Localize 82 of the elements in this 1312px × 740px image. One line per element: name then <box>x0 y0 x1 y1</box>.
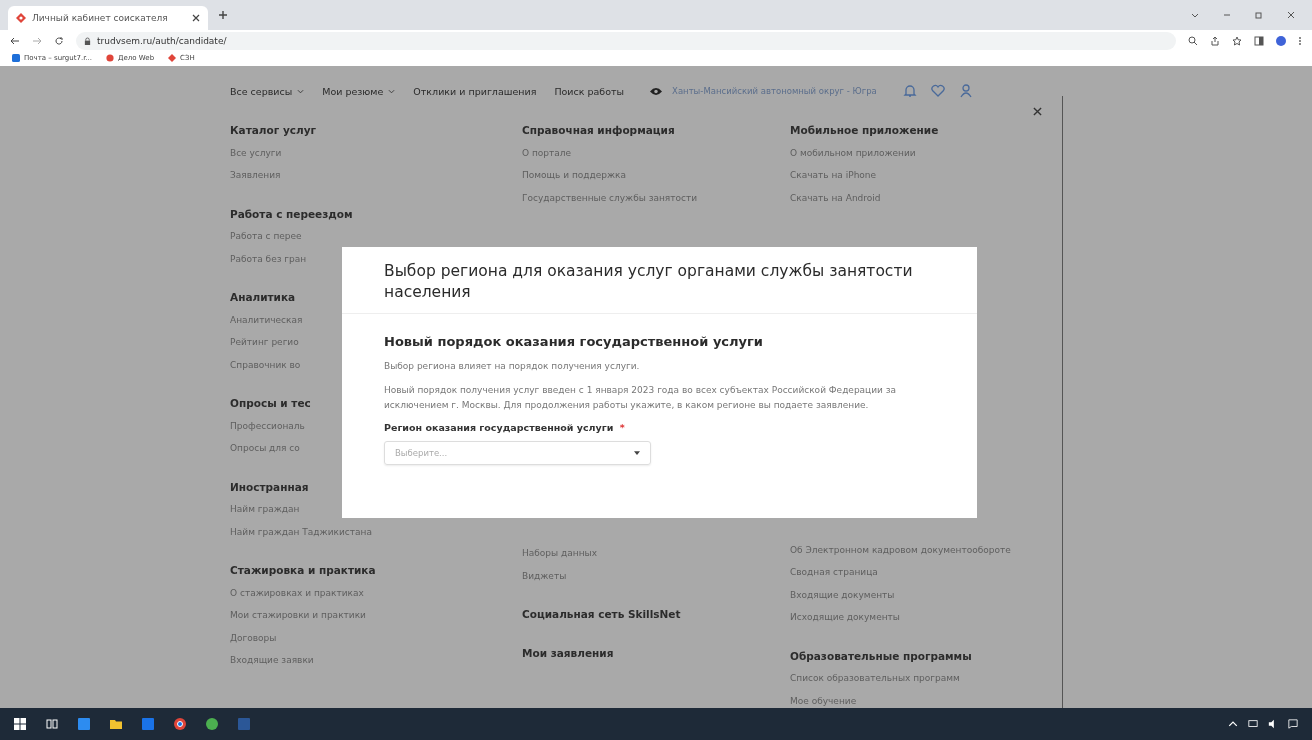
app-icon[interactable] <box>206 718 218 730</box>
caret-icon[interactable] <box>1228 719 1238 729</box>
lock-icon <box>84 36 91 46</box>
menu-link[interactable]: Найм граждан Таджикистана <box>230 520 372 543</box>
menu-link[interactable]: Виджеты <box>522 564 567 587</box>
nav-link[interactable]: Поиск работы <box>554 85 625 97</box>
menu-link[interactable]: Аналитическая <box>230 308 303 331</box>
menu-heading[interactable]: Мои заявления <box>522 641 790 664</box>
menu-link[interactable]: Наборы данных <box>522 542 597 565</box>
menu-link[interactable]: Заявления <box>230 164 281 187</box>
restore-icon[interactable] <box>1254 10 1264 20</box>
menu-link[interactable]: О мобильном приложении <box>790 141 916 164</box>
menu-link[interactable]: Все услуги <box>230 141 282 164</box>
nav-link[interactable]: Все сервисы <box>230 85 305 97</box>
windows-start-icon[interactable] <box>14 718 26 730</box>
menu-link[interactable]: О стажировках и практиках <box>230 581 364 604</box>
menu-heading[interactable]: Работа с переездом <box>230 202 522 225</box>
description-text: Новый порядок получения услуг введен с 1 января 2023 года во всех субъектах Российской Федерации за исключением г. Москвы. Для продолжения работы укажите, в каком регионе вы подаете заявление. <box>384 384 898 412</box>
back-arrow-icon[interactable] <box>10 36 20 46</box>
menu-link[interactable]: Сводная страница <box>790 561 878 584</box>
eye-icon[interactable] <box>650 86 663 96</box>
folder-icon[interactable] <box>110 718 122 730</box>
share-icon[interactable] <box>1210 36 1220 46</box>
menu-link[interactable]: Найм граждан <box>230 498 300 521</box>
more-icon[interactable] <box>1298 36 1302 46</box>
bookmark-icon <box>12 54 20 62</box>
bookmark-icon <box>106 54 115 62</box>
nav-link[interactable]: Мои резюме <box>322 85 396 97</box>
menu-link[interactable]: Об Электронном кадровом документообороте <box>790 538 1011 561</box>
menu-heading[interactable]: Мобильное приложение <box>790 119 1060 142</box>
caret-icon <box>634 451 640 455</box>
caret-icon <box>388 88 396 94</box>
address-bar[interactable]: trudvsem.ru/auth/candidate/ <box>76 32 1176 50</box>
close-icon[interactable] <box>1286 10 1296 20</box>
menu-link[interactable]: Государственные службы занятости <box>522 186 698 209</box>
menu-link[interactable]: Список образовательных программ <box>790 667 960 690</box>
menu-link[interactable]: Скачать на iPhone <box>790 164 877 187</box>
sidebar-icon[interactable] <box>1254 36 1264 46</box>
menu-link[interactable]: Входящие заявки <box>230 649 314 672</box>
region-select[interactable]: Выберите... <box>384 441 651 465</box>
menu-link[interactable]: Рейтинг регио <box>230 331 299 354</box>
bookmark-icon <box>168 54 177 62</box>
description-text: Выбор региона влияет на порядок получения услуги. <box>384 360 641 373</box>
profile-avatar-icon[interactable] <box>1276 36 1286 46</box>
caret-icon <box>297 88 305 94</box>
menu-link[interactable]: О портале <box>522 141 572 164</box>
menu-link[interactable]: Исходящие документы <box>790 606 900 629</box>
network-icon[interactable] <box>1248 719 1258 729</box>
menu-heading[interactable]: Образовательные программы <box>790 644 1060 667</box>
region-link[interactable]: Ханты-Мансийский автономный округ - Югра <box>672 86 877 96</box>
browser-tab[interactable]: Личный кабинет соискателя <box>8 6 208 30</box>
menu-link[interactable]: Мои стажировки и практики <box>230 604 366 627</box>
close-icon[interactable] <box>1033 107 1042 116</box>
star-icon[interactable] <box>1232 36 1242 46</box>
close-icon[interactable] <box>192 14 200 22</box>
tab-title: Личный кабинет соискателя <box>32 13 169 23</box>
section-heading: Новый порядок оказания государственной услуги <box>384 334 764 349</box>
field-label: Регион оказания государственной услуги <box>384 422 614 433</box>
nav-link[interactable]: Отклики и приглашения <box>413 85 537 97</box>
new-tab-icon[interactable] <box>218 10 228 20</box>
menu-link[interactable]: Опросы для со <box>230 437 300 460</box>
menu-heading[interactable]: Справочная информация <box>522 119 790 142</box>
menu-link[interactable]: Скачать на Android <box>790 186 881 209</box>
menu-link[interactable]: Помощь и поддержка <box>522 164 627 187</box>
search-icon[interactable] <box>1188 36 1198 46</box>
required-mark: * <box>619 422 625 433</box>
menu-link[interactable]: Договоры <box>230 626 277 649</box>
diamond-logo-icon <box>16 13 26 23</box>
menu-heading[interactable]: Социальная сеть SkillsNet <box>522 603 790 626</box>
menu-link[interactable]: Справочник во <box>230 353 301 376</box>
menu-link[interactable]: Работа с перее <box>230 225 302 248</box>
menu-link[interactable]: Работа без гран <box>230 247 307 270</box>
browser-icon[interactable] <box>174 718 186 730</box>
notification-icon[interactable] <box>1288 719 1298 729</box>
menu-heading[interactable]: Стажировка и практика <box>230 559 522 582</box>
reload-icon[interactable] <box>54 36 64 46</box>
menu-heading[interactable]: Каталог услуг <box>230 119 522 142</box>
menu-link[interactable]: Мое обучение <box>790 689 857 708</box>
task-view-icon[interactable] <box>46 718 58 730</box>
menu-link[interactable]: Профессиональ <box>230 414 305 437</box>
menu-link[interactable]: Входящие документы <box>790 583 895 606</box>
dialog-title: Выбор региона для оказания услуг органами службы занятости населения <box>342 247 977 314</box>
